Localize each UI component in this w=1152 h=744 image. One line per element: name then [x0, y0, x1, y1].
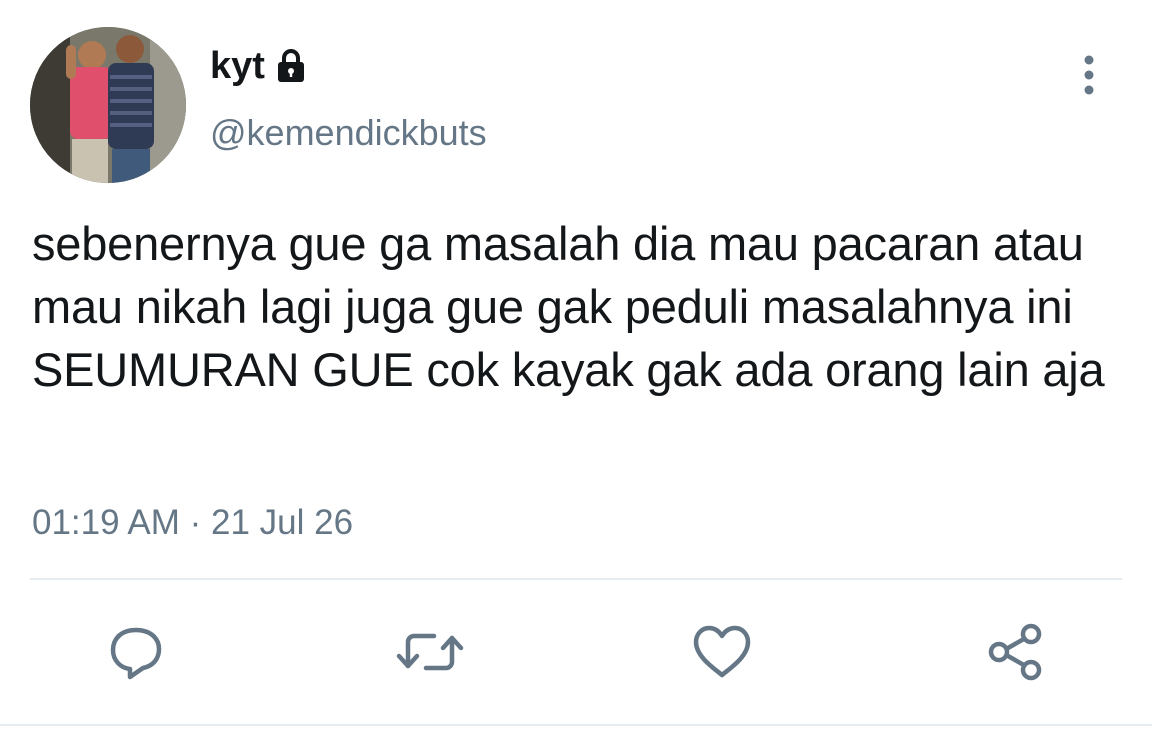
share-icon [988, 623, 1042, 681]
reply-button[interactable] [96, 612, 176, 692]
avatar[interactable] [30, 27, 186, 183]
more-options-button[interactable] [1064, 50, 1114, 100]
display-name[interactable]: kyt [210, 44, 311, 88]
reply-icon [110, 627, 162, 680]
tweet-text: sebenernya gue ga masalah dia mau pacara… [32, 217, 1105, 396]
share-button[interactable] [976, 612, 1056, 692]
user-handle[interactable]: @kemendickbuts [210, 112, 487, 154]
heart-icon [693, 625, 751, 678]
like-button[interactable] [682, 612, 762, 692]
action-bar [0, 612, 1152, 692]
divider [30, 578, 1122, 580]
display-name-text: kyt [210, 45, 265, 87]
lock-icon [271, 46, 311, 86]
bottom-divider [0, 724, 1152, 726]
avatar-image [30, 27, 186, 183]
tweet-timestamp[interactable]: 01:19 AM · 21 Jul 26 [32, 502, 353, 544]
retweet-button[interactable] [390, 612, 470, 692]
retweet-icon [396, 633, 464, 671]
more-vertical-icon [1084, 55, 1094, 95]
tweet-card: kyt @kemendickbuts sebenernya gue ga mas… [0, 0, 1152, 744]
